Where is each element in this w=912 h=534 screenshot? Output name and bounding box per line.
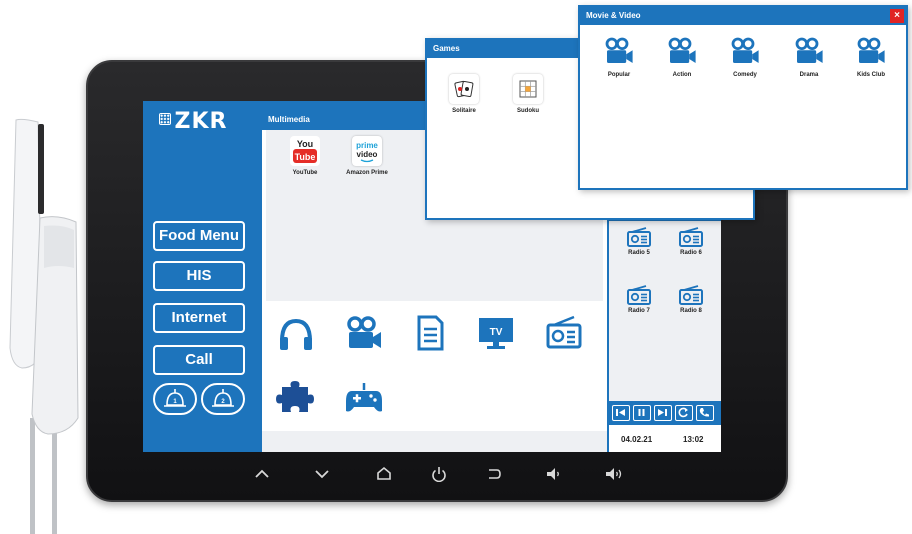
pause-icon[interactable] <box>633 405 651 421</box>
youtube-icon-bottom-text: Tube <box>295 152 316 162</box>
product-image: ZKR Food Menu HIS Internet Call 1 2 Mult… <box>0 0 912 534</box>
radio-8[interactable]: Radio 8 <box>671 285 711 314</box>
radio-icon <box>627 227 651 247</box>
movie-video-window: Movie & Video × Popular Action Comedy Dr… <box>578 5 908 190</box>
prime-icon-bottom-text: video <box>357 150 378 159</box>
skip-forward-icon[interactable] <box>654 405 672 421</box>
movie-drama[interactable]: Drama <box>784 35 834 78</box>
radio-icon <box>679 227 703 247</box>
prime-video-icon: prime video <box>352 136 382 166</box>
internet-button[interactable]: Internet <box>153 303 245 333</box>
movie-kids-club[interactable]: Kids Club <box>846 35 896 78</box>
refresh-icon[interactable] <box>675 405 693 421</box>
sudoku-label: Sudoku <box>517 108 539 114</box>
youtube-icon-top-text: You <box>297 139 313 149</box>
movie-action[interactable]: Action <box>657 35 707 78</box>
video-camera-icon <box>605 37 633 63</box>
tv-icon[interactable]: TV <box>476 313 516 353</box>
radio-icon <box>679 285 703 305</box>
keypad-icon <box>158 113 171 125</box>
playing-cards-icon <box>449 74 479 104</box>
radio-5[interactable]: Radio 5 <box>619 227 659 256</box>
time-display: 13:02 <box>683 435 704 444</box>
movie-action-label: Action <box>672 72 692 78</box>
down-arrow-icon[interactable] <box>312 466 332 482</box>
movie-video-title: Movie & Video <box>580 7 906 25</box>
movie-comedy-label: Comedy <box>733 72 757 78</box>
puzzle-icon[interactable] <box>276 377 316 417</box>
gamepad-icon[interactable] <box>344 377 384 417</box>
solitaire-app[interactable]: Solitaire <box>429 74 499 114</box>
radio-7-label: Radio 7 <box>628 308 650 314</box>
bell-number-2: 2 <box>221 399 225 405</box>
bell-icon: 2 <box>212 389 234 407</box>
sudoku-app[interactable]: Sudoku <box>493 74 563 114</box>
movie-kids-club-label: Kids Club <box>857 72 885 78</box>
call-button[interactable]: Call <box>153 345 245 375</box>
food-menu-button[interactable]: Food Menu <box>153 221 245 251</box>
movie-popular-label: Popular <box>607 72 631 78</box>
volume-up-icon[interactable] <box>604 466 624 482</box>
brand-logo: ZKR <box>143 109 243 134</box>
home-icon[interactable] <box>374 466 394 482</box>
youtube-app[interactable]: You Tube YouTube <box>270 136 340 176</box>
bell-icon: 1 <box>164 389 186 407</box>
nurse-call-button-1[interactable]: 1 <box>153 383 197 415</box>
volume-down-icon[interactable] <box>544 466 564 482</box>
amazon-prime-app[interactable]: prime video Amazon Prime <box>332 136 402 176</box>
radio-icon[interactable] <box>544 313 584 353</box>
video-camera-icon <box>857 37 885 63</box>
up-arrow-icon[interactable] <box>252 466 272 482</box>
radio-stations: Radio 5 Radio 6 Radio 7 Radio 8 <box>609 221 721 403</box>
skip-back-icon[interactable] <box>612 405 630 421</box>
phone-icon[interactable] <box>696 405 714 421</box>
movie-popular[interactable]: Popular <box>594 35 644 78</box>
radio-5-label: Radio 5 <box>628 250 650 256</box>
document-icon[interactable] <box>410 313 450 353</box>
amazon-prime-label: Amazon Prime <box>346 170 388 176</box>
video-camera-icon <box>668 37 696 63</box>
brand-name: ZKR <box>174 109 228 134</box>
close-button[interactable]: × <box>890 9 904 23</box>
date-display: 04.02.21 <box>621 435 653 444</box>
headphones-icon[interactable] <box>276 313 316 353</box>
power-icon[interactable] <box>429 466 449 482</box>
category-icons: TV <box>262 301 607 431</box>
movie-drama-label: Drama <box>799 72 819 78</box>
back-icon[interactable] <box>484 466 504 482</box>
prime-icon-top-text: prime <box>356 141 378 150</box>
movie-comedy[interactable]: Comedy <box>720 35 770 78</box>
his-button[interactable]: HIS <box>153 261 245 291</box>
nurse-call-button-2[interactable]: 2 <box>201 383 245 415</box>
solitaire-label: Solitaire <box>452 108 476 114</box>
radio-icon <box>627 285 651 305</box>
radio-6[interactable]: Radio 6 <box>671 227 711 256</box>
radio-7[interactable]: Radio 7 <box>619 285 659 314</box>
tv-icon-text: TV <box>490 327 503 338</box>
youtube-label: YouTube <box>292 170 318 176</box>
media-controls <box>609 401 721 425</box>
radio-6-label: Radio 6 <box>680 250 702 256</box>
video-camera-icon[interactable] <box>344 313 384 353</box>
video-camera-icon <box>795 37 823 63</box>
status-bar: 04.02.21 13:02 <box>609 425 721 452</box>
handset-phone <box>9 118 79 534</box>
bell-number-1: 1 <box>173 399 177 405</box>
youtube-icon: You Tube <box>290 136 320 166</box>
video-camera-icon <box>731 37 759 63</box>
multimedia-footer <box>262 431 607 452</box>
sudoku-grid-icon <box>513 74 543 104</box>
radio-8-label: Radio 8 <box>680 308 702 314</box>
